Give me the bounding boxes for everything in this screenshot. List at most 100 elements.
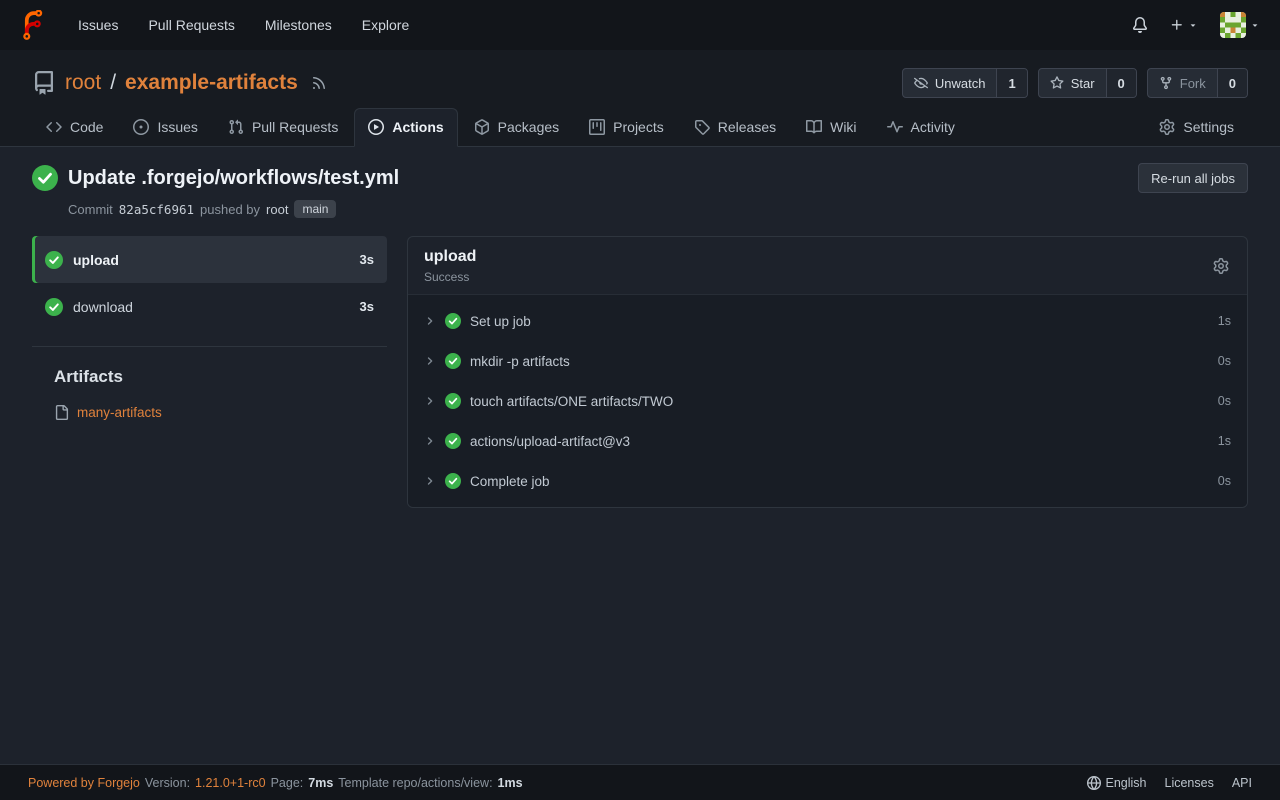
job-detail-status: Success (424, 270, 476, 284)
step-duration: 0s (1218, 474, 1231, 488)
pushed-by-label: pushed by (200, 202, 260, 217)
repo-owner-link[interactable]: root (65, 71, 101, 95)
gear-icon (1159, 119, 1175, 135)
tab-packages[interactable]: Packages (460, 108, 573, 147)
chevron-right-icon (424, 315, 436, 327)
user-menu-button[interactable] (1216, 8, 1264, 42)
pull-request-icon (228, 119, 244, 135)
book-icon (806, 119, 822, 135)
gear-icon (1213, 258, 1229, 274)
version-link[interactable]: 1.21.0+1-rc0 (195, 776, 266, 790)
tab-activity[interactable]: Activity (873, 108, 969, 147)
commit-sha-link[interactable]: 82a5cf6961 (119, 202, 194, 217)
job-detail-title: upload (424, 248, 476, 266)
step-name: Set up job (470, 314, 531, 329)
watchers-count[interactable]: 1 (996, 69, 1026, 97)
page-footer: Powered by Forgejo Version: 1.21.0+1-rc0… (0, 764, 1280, 800)
tab-projects[interactable]: Projects (575, 108, 678, 147)
tab-issues[interactable]: Issues (119, 108, 211, 147)
tab-code[interactable]: Code (32, 108, 117, 147)
tab-actions[interactable]: Actions (354, 108, 457, 147)
unwatch-button[interactable]: Unwatch 1 (902, 68, 1028, 98)
tab-wiki-label: Wiki (830, 119, 856, 135)
create-new-button[interactable] (1166, 14, 1202, 36)
step-duration: 0s (1218, 354, 1231, 368)
nav-item-pull-requests[interactable]: Pull Requests (136, 9, 246, 41)
notifications-button[interactable] (1128, 13, 1152, 37)
chevron-right-icon (424, 435, 436, 447)
nav-item-issues[interactable]: Issues (66, 9, 130, 41)
issue-icon (133, 119, 149, 135)
repo-tabs: Code Issues Pull Requests Actions Packag… (32, 108, 1248, 146)
pulse-icon (887, 119, 903, 135)
step-name: touch artifacts/ONE artifacts/TWO (470, 394, 673, 409)
top-navbar: Issues Pull Requests Milestones Explore (0, 0, 1280, 50)
job-detail-header: upload Success (408, 237, 1247, 294)
job-detail-titles: upload Success (424, 248, 476, 284)
tab-code-label: Code (70, 119, 103, 135)
step-duration: 1s (1218, 314, 1231, 328)
template-time-label: Template repo/actions/view: (338, 776, 492, 790)
chevron-right-icon (424, 355, 436, 367)
forgejo-logo-icon (18, 10, 48, 40)
job-item-upload[interactable]: upload 3s (32, 236, 387, 283)
tab-releases[interactable]: Releases (680, 108, 790, 147)
job-detail-panel: upload Success Set up job 1s mkdir -p (407, 236, 1248, 508)
unwatch-button-main[interactable]: Unwatch (903, 69, 997, 97)
rerun-all-jobs-button[interactable]: Re-run all jobs (1138, 163, 1248, 193)
run-title-row: Update .forgejo/workflows/test.yml Re-ru… (32, 163, 1248, 193)
chevron-right-icon (424, 475, 436, 487)
star-icon (1050, 76, 1064, 90)
licenses-link[interactable]: Licenses (1165, 776, 1214, 790)
footer-left: Powered by Forgejo Version: 1.21.0+1-rc0… (28, 776, 523, 790)
version-label: Version: (145, 776, 190, 790)
step-row-complete[interactable]: Complete job 0s (408, 461, 1247, 501)
step-row-setup[interactable]: Set up job 1s (408, 301, 1247, 341)
job-steps-list: Set up job 1s mkdir -p artifacts 0s touc… (408, 294, 1247, 507)
step-row-touch[interactable]: touch artifacts/ONE artifacts/TWO 0s (408, 381, 1247, 421)
job-name: download (73, 299, 350, 315)
fork-button[interactable]: Fork 0 (1147, 68, 1248, 98)
powered-by-link[interactable]: Powered by Forgejo (28, 776, 140, 790)
commit-line: Commit 82a5cf6961 pushed by root main (68, 200, 1248, 218)
star-button-main[interactable]: Star (1039, 69, 1106, 97)
step-success-icon (445, 313, 461, 329)
chevron-right-icon (424, 395, 436, 407)
job-item-download[interactable]: download 3s (32, 283, 387, 330)
artifacts-heading: Artifacts (32, 367, 387, 387)
job-options-button[interactable] (1211, 256, 1231, 276)
tab-pull-requests[interactable]: Pull Requests (214, 108, 352, 147)
fork-button-main[interactable]: Fork (1148, 69, 1217, 97)
job-name: upload (73, 252, 350, 268)
repo-name-link[interactable]: example-artifacts (125, 71, 298, 95)
job-duration: 3s (360, 299, 374, 314)
avatar-identicon (1220, 12, 1246, 38)
branch-badge[interactable]: main (294, 200, 336, 218)
stars-count[interactable]: 0 (1106, 69, 1136, 97)
step-row-mkdir[interactable]: mkdir -p artifacts 0s (408, 341, 1247, 381)
forgejo-logo[interactable] (16, 8, 50, 42)
code-icon (46, 119, 62, 135)
artifact-download-link[interactable]: many-artifacts (77, 405, 162, 420)
actions-run-view: Update .forgejo/workflows/test.yml Re-ru… (0, 147, 1280, 764)
language-menu[interactable]: English (1087, 776, 1147, 790)
avatar (1220, 12, 1246, 38)
nav-item-milestones[interactable]: Milestones (253, 9, 344, 41)
step-row-upload-artifact[interactable]: actions/upload-artifact@v3 1s (408, 421, 1247, 461)
tab-wiki[interactable]: Wiki (792, 108, 870, 147)
forks-count[interactable]: 0 (1217, 69, 1247, 97)
repo-action-buttons: Unwatch 1 Star 0 Fork 0 (902, 68, 1248, 98)
sidebar-divider (32, 346, 387, 347)
play-circle-icon (368, 119, 384, 135)
jobs-sidebar: upload 3s download 3s Artifacts many-art… (32, 236, 387, 420)
nav-item-explore[interactable]: Explore (350, 9, 421, 41)
api-link[interactable]: API (1232, 776, 1252, 790)
step-duration: 0s (1218, 394, 1231, 408)
pusher-link[interactable]: root (266, 202, 288, 217)
tab-settings[interactable]: Settings (1145, 108, 1248, 147)
artifact-item[interactable]: many-artifacts (32, 405, 387, 420)
star-button[interactable]: Star 0 (1038, 68, 1137, 98)
template-time-value: 1ms (498, 776, 523, 790)
rss-icon[interactable] (311, 75, 327, 91)
run-title: Update .forgejo/workflows/test.yml (68, 167, 399, 190)
